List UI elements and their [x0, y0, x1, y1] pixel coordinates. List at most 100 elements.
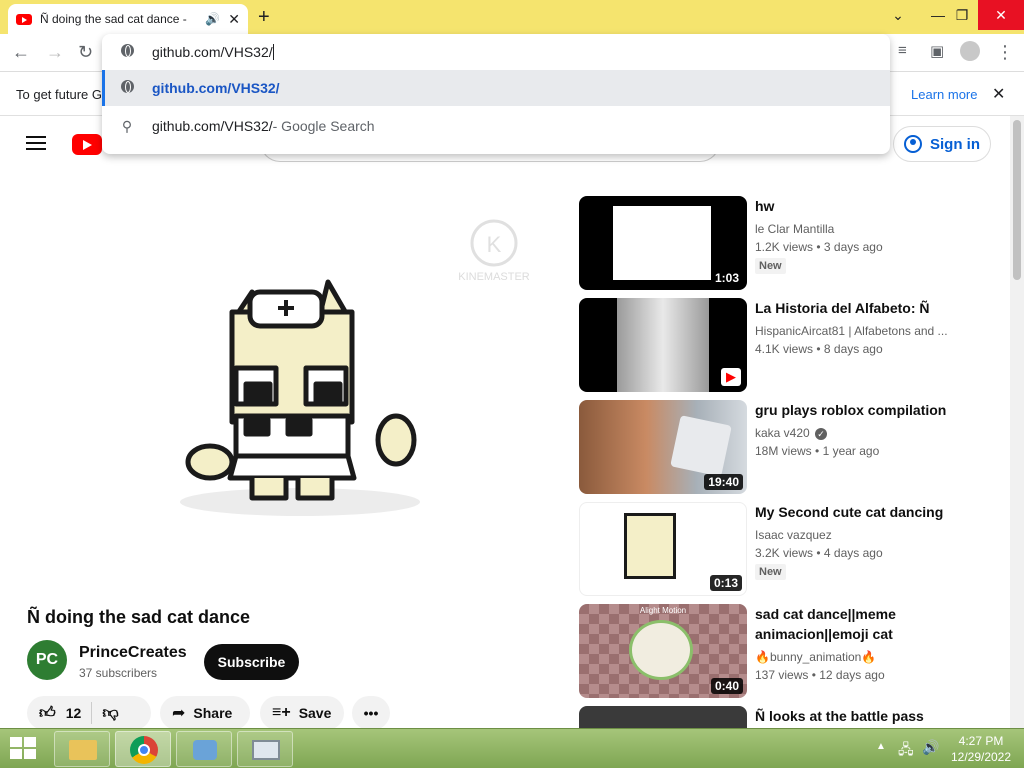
video-duration: 0:40 [710, 678, 743, 694]
sign-in-label: Sign in [930, 135, 980, 153]
browser-title-bar: Ñ doing the sad cat dance - 🔊 ✕ + ⌄ — ❐ … [0, 0, 1024, 34]
video-thumbnail[interactable] [579, 706, 747, 728]
video-title: Ñ doing the sad cat dance [27, 607, 251, 627]
sidebar-video-channel[interactable]: le Clar Mantilla [755, 222, 955, 236]
clock-time: 4:27 PM [958, 734, 1004, 748]
network-app-icon[interactable] [176, 731, 232, 767]
svg-text:K: K [487, 232, 502, 257]
kinemaster-watermark: KINEMASTER [458, 271, 530, 283]
video-thumbnail[interactable]: Alight Motion 0:40 [579, 604, 747, 698]
omnibox-suggestion-search[interactable]: ⚲ github.com/VHS32/ - Google Search [102, 108, 890, 144]
menu-icon[interactable]: ⋮ [996, 42, 1014, 63]
sidebar-video-channel[interactable]: 🔥bunny_animation🔥 [755, 650, 955, 664]
new-badge: New [755, 564, 786, 580]
speaker-icon[interactable]: 🔊 [205, 12, 220, 26]
video-frame: K KINEMASTER [180, 219, 530, 516]
share-icon: ➦ [172, 705, 186, 722]
close-window-button[interactable]: ✕ [978, 0, 1024, 30]
sidebar-video[interactable]: Alight Motion 0:40 sad cat dance||meme a… [579, 604, 999, 698]
sidebar-video[interactable]: 0:13 My Second cute cat dancing Isaac va… [579, 502, 999, 596]
video-thumbnail[interactable]: ▶ [579, 298, 747, 392]
sidebar-video[interactable]: Ñ looks at the battle pass [579, 706, 999, 728]
youtube-favicon-icon [16, 13, 32, 25]
video-duration: 0:13 [709, 575, 742, 591]
video-thumbnail[interactable]: 1:03 [579, 196, 747, 290]
video-player[interactable]: K KINEMASTER [0, 172, 565, 592]
sidebar-video-channel[interactable]: HispanicAircat81 | Alfabetons and ... [755, 324, 955, 338]
subscribe-button[interactable]: Subscribe [204, 644, 299, 680]
sidebar-video[interactable]: 1:03 hw le Clar Mantilla 1.2K views • 3 … [579, 196, 999, 290]
media-control-icon[interactable]: ≡ [898, 42, 907, 59]
forward-icon[interactable]: → [46, 42, 64, 63]
subscriber-count: 37 subscribers [79, 666, 158, 680]
like-button[interactable]: 👍︎ 12 [39, 704, 81, 723]
sidebar-video-meta: 1.2K views • 3 days ago [755, 240, 883, 254]
new-tab-button[interactable]: + [258, 6, 270, 29]
tab-title: Ñ doing the sad cat dance - [40, 12, 187, 26]
more-actions-button[interactable]: ••• [352, 696, 390, 730]
sidebar-video-channel[interactable]: Isaac vazquez [755, 528, 955, 542]
omnibox-dropdown: github.com/VHS32/ github.com/VHS32/ ⚲ gi… [102, 34, 890, 154]
youtube-logo-icon[interactable] [72, 134, 102, 155]
suggestion-search-text: github.com/VHS32/ [152, 118, 273, 134]
channel-avatar[interactable]: PC [27, 640, 67, 680]
sidebar-video[interactable]: 19:40 gru plays roblox compilation kaka … [579, 400, 999, 494]
sidebar-video-title[interactable]: sad cat dance||meme animacion||emoji cat [755, 604, 995, 644]
like-count: 12 [65, 705, 82, 721]
omnibox-suggestion-url[interactable]: github.com/VHS32/ [102, 70, 890, 106]
chrome-taskbar-icon[interactable] [115, 731, 171, 767]
learn-more-link[interactable]: Learn more [911, 87, 977, 102]
add-to-playlist-icon: ≡+ [272, 704, 291, 721]
sidebar-video-title[interactable]: Ñ looks at the battle pass [755, 706, 995, 726]
suggestion-search-suffix: - Google Search [272, 118, 375, 134]
sidebar-video-title[interactable]: gru plays roblox compilation [755, 400, 995, 420]
channel-name[interactable]: PrinceCreates [79, 644, 187, 662]
network-status-icon[interactable]: 🖧 [898, 739, 914, 763]
video-thumbnail[interactable]: 0:13 [579, 502, 747, 596]
browser-tab[interactable]: Ñ doing the sad cat dance - 🔊 ✕ [8, 4, 248, 34]
sidebar-video-title[interactable]: hw [755, 196, 995, 216]
more-icon: ••• [363, 705, 379, 721]
thumbs-up-icon: 👍︎ [39, 704, 56, 722]
sidebar-video-meta: 18M views • 1 year ago [755, 444, 880, 458]
save-button[interactable]: ≡+ Save [260, 696, 344, 730]
sidebar-video-title[interactable]: My Second cute cat dancing [755, 502, 995, 522]
sidebar-video-channel[interactable]: kaka v420 ✓ [755, 426, 955, 440]
account-icon [904, 135, 922, 153]
video-duration: 19:40 [704, 474, 743, 490]
sidebar-video-meta: 137 views • 12 days ago [755, 668, 885, 682]
sidebar-video-title[interactable]: La Historia del Alfabeto: Ñ [755, 298, 995, 318]
share-label: Share [193, 705, 233, 721]
reload-icon[interactable]: ↻ [78, 42, 93, 63]
thumbs-down-icon[interactable]: 👎︎ [102, 704, 118, 723]
like-dislike-group: 👍︎ 12 👎︎ [27, 696, 151, 730]
video-thumbnail[interactable]: 19:40 [579, 400, 747, 494]
volume-icon[interactable]: 🔊 [922, 739, 939, 756]
sidebar-video-meta: 3.2K views • 4 days ago [755, 546, 883, 560]
share-button[interactable]: ➦ Share [160, 696, 250, 730]
file-explorer-icon[interactable] [54, 731, 110, 767]
back-icon[interactable]: ← [12, 42, 30, 63]
start-button[interactable] [10, 737, 38, 761]
search-icon: ⚲ [121, 117, 133, 134]
sign-in-button[interactable]: Sign in [893, 126, 991, 162]
system-clock[interactable]: 4:27 PM 12/29/2022 [946, 733, 1016, 765]
monitor-app-icon[interactable] [237, 731, 293, 767]
os-taskbar: ▲ 🖧 🔊 4:27 PM 12/29/2022 [0, 728, 1024, 768]
sidebar-video[interactable]: ▶ La Historia del Alfabeto: Ñ HispanicAi… [579, 298, 999, 392]
globe-icon [120, 44, 134, 57]
omnibox-input[interactable]: github.com/VHS32/ [152, 44, 273, 60]
globe-icon [120, 80, 134, 93]
video-duration: 1:03 [710, 270, 743, 286]
hamburger-menu-icon[interactable] [26, 136, 46, 150]
close-tab-icon[interactable]: ✕ [228, 11, 240, 28]
page-scrollbar[interactable] [1010, 116, 1024, 728]
close-infobar-icon[interactable]: ✕ [992, 84, 1005, 104]
omnibox-input-row[interactable]: github.com/VHS32/ [102, 34, 890, 70]
show-hidden-icons-icon[interactable]: ▲ [876, 741, 886, 752]
profile-icon[interactable] [960, 41, 980, 66]
save-label: Save [298, 705, 332, 721]
scrollbar-thumb[interactable] [1013, 120, 1021, 280]
side-panel-icon[interactable]: ▣ [930, 42, 944, 60]
tab-search-icon[interactable]: ⌄ [876, 0, 920, 30]
